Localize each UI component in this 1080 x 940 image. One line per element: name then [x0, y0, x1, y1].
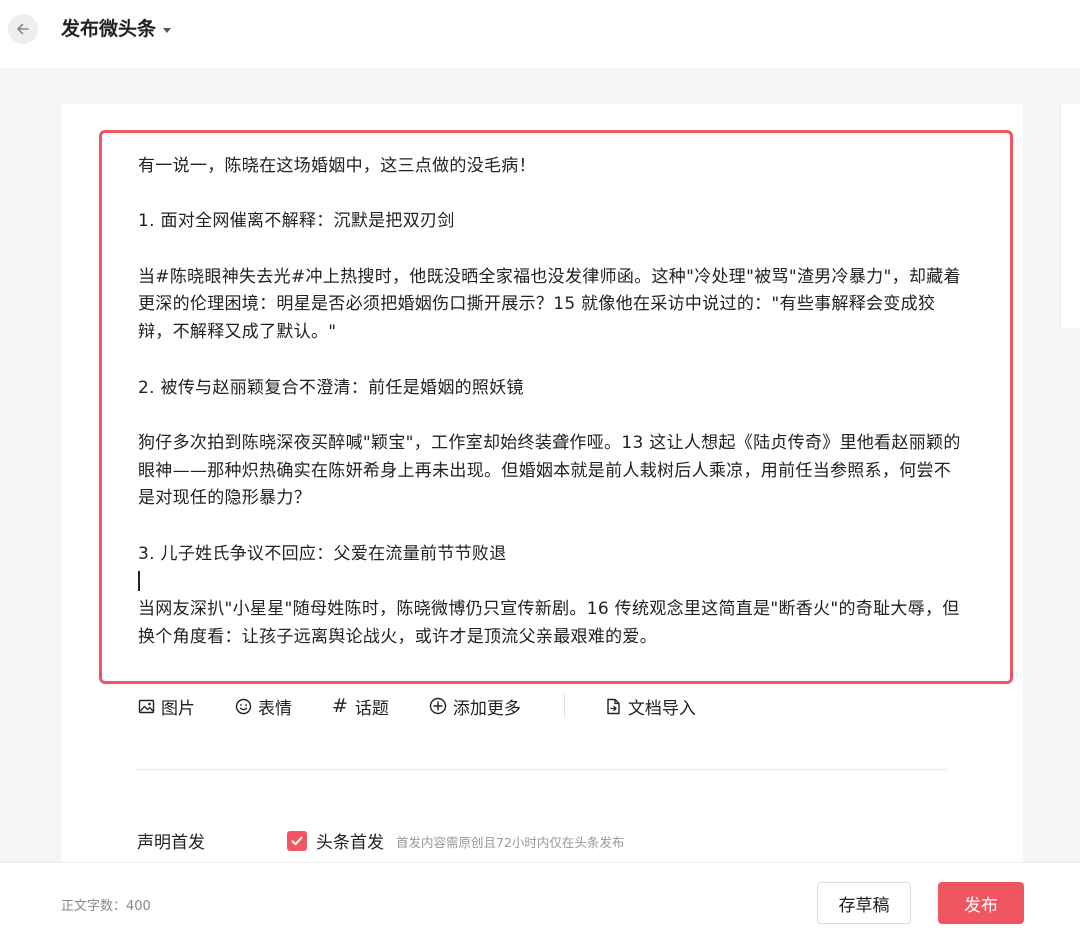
editor-paragraph: 狗仔多次拍到陈晓深夜买醉喊"颖宝"，工作室却始终装聋作哑。13 这让人想起《陆贞…	[138, 432, 961, 509]
save-draft-button[interactable]: 存草稿	[817, 882, 911, 924]
add-more-label: 添加更多	[452, 698, 521, 719]
editor-paragraph: 有一说一，陈晓在这场婚姻中，这三点做的没毛病！	[138, 156, 536, 176]
insert-topic-label: 话题	[354, 698, 389, 719]
editor-paragraph: 1. 面对全网催离不解释：沉默是把双刃剑	[138, 211, 455, 232]
top-bar: 发布微头条	[0, 0, 1080, 68]
toolbar-divider	[563, 694, 565, 718]
right-side-panel	[1060, 104, 1080, 328]
post-editor[interactable]: 有一说一，陈晓在这场婚姻中，这三点做的没毛病！ 1. 面对全网催离不解释：沉默是…	[99, 130, 1013, 684]
back-button[interactable]	[8, 14, 38, 44]
insert-image-label: 图片	[161, 698, 195, 719]
editor-toolbar: 图片 表情 # 话题 添加更多 文档导入	[138, 692, 736, 720]
text-cursor	[138, 571, 140, 592]
editor-content[interactable]: 有一说一，陈晓在这场婚姻中，这三点做的没毛病！ 1. 面对全网催离不解释：沉默是…	[138, 153, 968, 652]
document-import-icon	[607, 698, 620, 714]
insert-emoji-label: 表情	[258, 698, 292, 719]
chevron-down-icon[interactable]	[163, 28, 171, 33]
bottom-bar	[0, 862, 1080, 940]
page-title: 发布微头条	[61, 18, 157, 40]
editor-paragraph: 3. 儿子姓氏争议不回应：父爱在流量前节节败退	[138, 543, 507, 564]
insert-emoji-button[interactable]: 表情	[235, 694, 292, 719]
editor-paragraph: 当#陈晓眼神失去光#冲上热搜时，他既没晒全家福也没发律师函。这种"冷处理"被骂"…	[138, 266, 961, 343]
insert-image-button[interactable]: 图片	[138, 694, 195, 719]
smile-icon	[235, 698, 252, 714]
import-document-button[interactable]: 文档导入	[605, 694, 696, 719]
first-publish-hint: 首发内容需原创且72小时内仅在头条发布	[396, 835, 625, 850]
first-publish-checkbox[interactable]	[287, 831, 307, 851]
text-cursor-line	[138, 568, 968, 596]
import-document-label: 文档导入	[627, 698, 696, 719]
publish-button[interactable]: 发布	[938, 882, 1024, 924]
word-count: 正文字数：400	[61, 899, 151, 914]
declare-first-label: 声明首发	[137, 833, 205, 853]
plus-circle-icon	[429, 697, 447, 715]
insert-topic-button[interactable]: # 话题	[332, 694, 389, 719]
section-divider	[137, 769, 947, 770]
arrow-left-icon	[17, 23, 29, 35]
editor-paragraph: 当网友深扒"小星星"随母姓陈时，陈晓微博仍只宣传新剧。16 传统观念里这简直是"…	[138, 599, 960, 647]
check-icon	[291, 836, 303, 846]
image-icon	[138, 699, 155, 713]
hash-icon: #	[332, 695, 348, 717]
add-more-button[interactable]: 添加更多	[429, 694, 521, 719]
first-publish-label[interactable]: 头条首发	[316, 828, 384, 853]
editor-paragraph: 2. 被传与赵丽颖复合不澄清：前任是婚姻的照妖镜	[138, 377, 524, 398]
